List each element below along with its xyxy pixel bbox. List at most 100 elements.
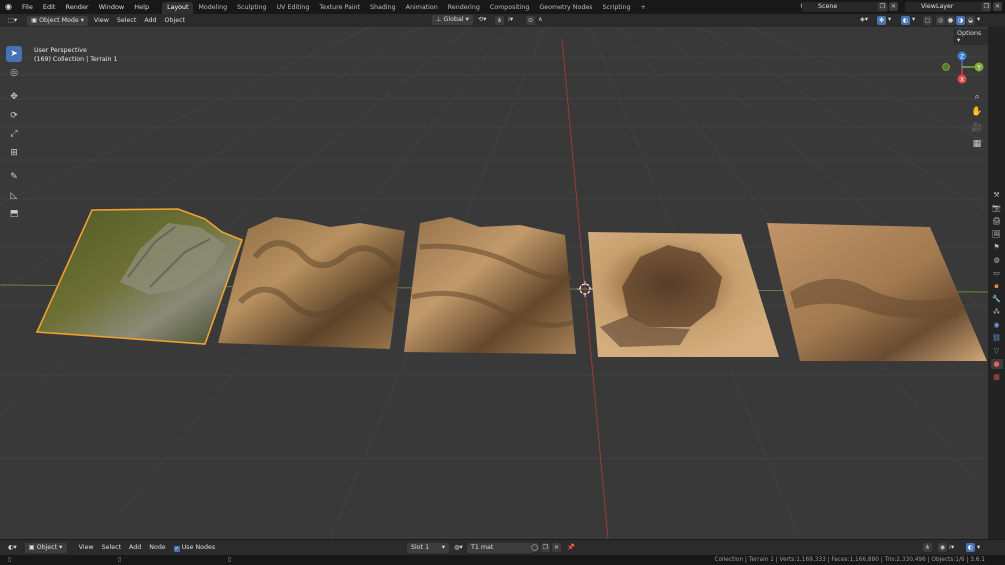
menu-select[interactable]: Select <box>113 16 140 26</box>
solid-shading-icon[interactable]: ● <box>946 16 955 25</box>
terrain-1[interactable] <box>35 208 244 345</box>
world-properties-icon[interactable]: ◍ <box>991 255 1003 265</box>
scene-selector[interactable]: Scene <box>802 2 888 12</box>
texture-properties-icon[interactable]: ▦ <box>991 372 1003 382</box>
tab-uv-editing[interactable]: UV Editing <box>272 2 315 14</box>
scene-properties-icon[interactable]: ⚑ <box>991 242 1003 252</box>
material-users-icon[interactable]: ◯ <box>530 543 539 552</box>
render-properties-icon[interactable]: 📷 <box>991 203 1003 213</box>
output-properties-icon[interactable]: 🖨 <box>991 216 1003 226</box>
camera-view-icon[interactable]: 🎥 <box>970 121 984 135</box>
view-layer-copy-icon[interactable]: ❐ <box>982 2 991 11</box>
shader-type-dropdown[interactable]: ▣ Object ▾ <box>24 543 67 553</box>
tab-animation[interactable]: Animation <box>401 2 443 14</box>
zoom-icon[interactable]: ⌕ <box>970 90 984 104</box>
viewport-3d[interactable]: Z Y X User Perspective (169) Collection … <box>0 27 988 539</box>
blender-logo-icon[interactable]: ◉ <box>0 0 17 14</box>
node-editor-type-icon[interactable]: ◐▾ <box>4 543 21 553</box>
material-unlink-icon[interactable]: ✕ <box>552 543 561 552</box>
use-nodes-checkbox[interactable]: ✓ Use Nodes <box>170 543 219 553</box>
terrain-3-mesh[interactable] <box>404 217 576 354</box>
tool-properties-icon[interactable]: ⚒ <box>991 190 1003 200</box>
object-properties-icon[interactable]: ▪ <box>991 281 1003 291</box>
tab-compositing[interactable]: Compositing <box>485 2 534 14</box>
snap-icon[interactable]: ⋔ <box>495 16 504 25</box>
gizmo-neg-y-handle[interactable] <box>942 63 950 71</box>
viewport-canvas[interactable]: Z Y X <box>0 27 988 539</box>
transform-tool-icon[interactable]: ⊞ <box>6 145 22 161</box>
material-browse-icon[interactable]: ◍▾ <box>450 543 467 553</box>
tab-modeling[interactable]: Modeling <box>193 2 232 14</box>
snap-target-icon[interactable]: ⁞▾ <box>504 15 517 25</box>
node-snap-icon[interactable]: ⋔ <box>923 543 932 552</box>
falloff-icon[interactable]: ∧ <box>534 15 547 25</box>
modifier-properties-icon[interactable]: 🔧 <box>991 294 1003 304</box>
terrain-2-mesh[interactable] <box>218 217 405 349</box>
menu-add[interactable]: Add <box>140 16 160 26</box>
add-cube-tool-icon[interactable]: ⬒ <box>6 206 22 222</box>
material-properties-icon[interactable]: ● <box>990 359 1003 369</box>
rotate-tool-icon[interactable]: ⟳ <box>6 108 22 124</box>
add-workspace-button[interactable]: + <box>636 2 651 14</box>
constraints-properties-icon[interactable]: ⛓ <box>991 333 1003 343</box>
scene-close-icon[interactable]: ✕ <box>889 2 898 11</box>
cursor-tool-icon[interactable]: ◎ <box>6 65 22 81</box>
annotate-tool-icon[interactable]: ✎ <box>6 169 22 185</box>
particles-properties-icon[interactable]: ⁂ <box>991 307 1003 317</box>
menu-object[interactable]: Object <box>161 16 190 26</box>
pan-hand-icon[interactable]: ✋ <box>970 105 984 119</box>
overlay-dropdown-icon[interactable]: ▾ <box>908 15 919 25</box>
view-layer-properties-icon[interactable]: 🖼 <box>991 229 1003 239</box>
tab-shading[interactable]: Shading <box>365 2 401 14</box>
material-shading-icon[interactable]: ◑ <box>956 16 965 25</box>
data-properties-icon[interactable]: ▽ <box>991 346 1003 356</box>
tab-sculpting[interactable]: Sculpting <box>232 2 271 14</box>
wireframe-shading-icon[interactable]: ◎ <box>936 16 945 25</box>
menu-window[interactable]: Window <box>94 0 130 14</box>
selectability-icon[interactable]: ◈▾ <box>856 15 872 25</box>
tab-geometry-nodes[interactable]: Geometry Nodes <box>534 2 597 14</box>
view-layer-close-icon[interactable]: ✕ <box>993 2 1002 11</box>
gizmo-dropdown-icon[interactable]: ▾ <box>884 15 895 25</box>
mode-dropdown[interactable]: ▣ Object Mode ▾ <box>27 15 88 26</box>
navigation-gizmo[interactable]: Z Y X <box>942 51 984 84</box>
scale-tool-icon[interactable]: ⤢ <box>6 126 22 142</box>
node-menu-add[interactable]: Add <box>125 543 145 553</box>
menu-help[interactable]: Help <box>129 0 154 14</box>
xray-icon[interactable]: ▢ <box>923 16 932 25</box>
editor-type-icon[interactable]: ⬚▾ <box>4 16 21 26</box>
pivot-point-icon[interactable]: ⟲▾ <box>474 15 490 25</box>
collection-properties-icon[interactable]: ▭ <box>991 268 1003 278</box>
material-copy-icon[interactable]: ❐ <box>541 543 550 552</box>
options-dropdown[interactable]: Options ▾ <box>953 29 988 45</box>
terrain-3[interactable] <box>404 217 576 354</box>
menu-edit[interactable]: Edit <box>38 0 61 14</box>
physics-properties-icon[interactable]: ◉ <box>991 320 1003 330</box>
node-overlay-dropdown-icon[interactable]: ▾ <box>973 543 984 553</box>
terrain-2[interactable] <box>218 217 405 349</box>
scene-copy-icon[interactable]: ❐ <box>878 2 887 11</box>
tab-texture-paint[interactable]: Texture Paint <box>314 2 365 14</box>
terrain-4[interactable] <box>588 232 779 357</box>
menu-view[interactable]: View <box>90 16 113 26</box>
node-snap-dropdown-icon[interactable]: ⁞▾ <box>945 543 958 553</box>
material-name-field[interactable]: T1 mat <box>467 543 533 553</box>
shading-dropdown-icon[interactable]: ▾ <box>973 15 984 25</box>
slot-dropdown[interactable]: Slot 1 ▾ <box>407 543 449 553</box>
select-tool-icon[interactable]: ➤ <box>6 46 22 62</box>
menu-render[interactable]: Render <box>60 0 93 14</box>
orientation-dropdown[interactable]: ⊥ Global ▾ <box>432 15 473 25</box>
pin-icon[interactable]: 📌 <box>563 543 579 553</box>
menu-file[interactable]: File <box>17 0 38 14</box>
tab-rendering[interactable]: Rendering <box>443 2 485 14</box>
view-layer-selector[interactable]: ViewLayer <box>905 2 991 12</box>
move-tool-icon[interactable]: ✥ <box>6 89 22 105</box>
node-menu-node[interactable]: Node <box>145 543 169 553</box>
terrain-5[interactable] <box>767 223 987 361</box>
tab-layout[interactable]: Layout <box>162 1 194 14</box>
node-menu-select[interactable]: Select <box>98 543 125 553</box>
node-menu-view[interactable]: View <box>75 543 98 553</box>
ortho-grid-icon[interactable]: ▦ <box>970 137 984 151</box>
measure-tool-icon[interactable]: ◺ <box>6 188 22 204</box>
tab-scripting[interactable]: Scripting <box>598 2 636 14</box>
